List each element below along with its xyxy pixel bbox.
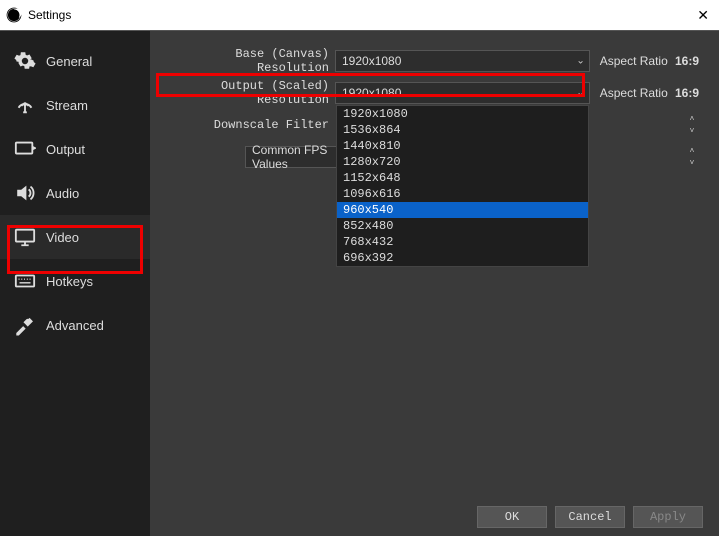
footer: OK Cancel Apply xyxy=(477,506,703,528)
downscale-stepper[interactable]: ˄ ˅ xyxy=(685,115,699,135)
chevron-down-icon[interactable]: ˅ xyxy=(685,127,699,135)
sidebar-item-audio[interactable]: Audio xyxy=(0,171,150,215)
chevron-down-icon: ⌄ xyxy=(576,88,584,99)
resolution-option[interactable]: 768x432 xyxy=(337,234,588,250)
sidebar-item-label: General xyxy=(46,54,92,69)
output-icon xyxy=(14,138,36,160)
broadcast-icon xyxy=(14,94,36,116)
base-aspect-label: Aspect Ratio xyxy=(600,54,668,68)
resolution-option[interactable]: 1280x720 xyxy=(337,154,588,170)
window-title: Settings xyxy=(28,8,71,22)
sidebar-item-label: Advanced xyxy=(46,318,104,333)
sidebar-item-label: Audio xyxy=(46,186,79,201)
ok-button[interactable]: OK xyxy=(477,506,547,528)
base-resolution-value: 1920x1080 xyxy=(342,54,401,68)
sidebar-item-label: Hotkeys xyxy=(46,274,93,289)
resolution-option[interactable]: 1920x1080 xyxy=(337,106,588,122)
sidebar-item-advanced[interactable]: Advanced xyxy=(0,303,150,347)
base-resolution-label: Base (Canvas) Resolution xyxy=(160,47,335,75)
obs-logo-icon xyxy=(6,7,22,23)
content-pane: Base (Canvas) Resolution 1920x1080 ⌄ Asp… xyxy=(150,31,719,536)
chevron-down-icon: ⌄ xyxy=(576,56,584,67)
sidebar: General Stream Output Audio Video xyxy=(0,31,150,536)
cancel-button[interactable]: Cancel xyxy=(555,506,625,528)
sidebar-item-video[interactable]: Video xyxy=(0,215,150,259)
speaker-icon xyxy=(14,182,36,204)
resolution-option[interactable]: 696x392 xyxy=(337,250,588,266)
resolution-option[interactable]: 960x540 xyxy=(337,202,588,218)
sidebar-item-general[interactable]: General xyxy=(0,39,150,83)
downscale-filter-label: Downscale Filter xyxy=(160,118,335,132)
resolution-option[interactable]: 1536x864 xyxy=(337,122,588,138)
chevron-up-icon[interactable]: ˄ xyxy=(685,147,699,155)
sidebar-item-hotkeys[interactable]: Hotkeys xyxy=(0,259,150,303)
output-resolution-menu: 1920x10801536x8641440x8101280x7201152x64… xyxy=(336,105,589,267)
resolution-option[interactable]: 1152x648 xyxy=(337,170,588,186)
base-aspect-value: 16:9 xyxy=(675,54,699,68)
chevron-up-icon[interactable]: ˄ xyxy=(685,115,699,123)
titlebar: Settings ✕ xyxy=(0,0,719,30)
output-aspect-label: Aspect Ratio xyxy=(600,86,668,100)
monitor-icon xyxy=(14,226,36,248)
resolution-option[interactable]: 1096x616 xyxy=(337,186,588,202)
output-resolution-value: 1920x1080 xyxy=(342,86,401,100)
output-resolution-label: Output (Scaled) Resolution xyxy=(160,79,335,107)
resolution-option[interactable]: 852x480 xyxy=(337,218,588,234)
base-resolution-dropdown[interactable]: 1920x1080 ⌄ xyxy=(335,50,590,72)
gear-icon xyxy=(14,50,36,72)
sidebar-item-label: Output xyxy=(46,142,85,157)
close-icon[interactable]: ✕ xyxy=(697,7,709,24)
output-aspect-value: 16:9 xyxy=(675,86,699,100)
output-resolution-dropdown[interactable]: 1920x1080 ⌄ 1920x10801536x8641440x810128… xyxy=(335,82,590,104)
tools-icon xyxy=(14,314,36,336)
sidebar-item-stream[interactable]: Stream xyxy=(0,83,150,127)
sidebar-item-label: Video xyxy=(46,230,79,245)
keyboard-icon xyxy=(14,270,36,292)
sidebar-item-output[interactable]: Output xyxy=(0,127,150,171)
chevron-down-icon[interactable]: ˅ xyxy=(685,159,699,167)
sidebar-item-label: Stream xyxy=(46,98,88,113)
fps-value-stepper[interactable]: ˄ ˅ xyxy=(685,147,699,167)
resolution-option[interactable]: 1440x810 xyxy=(337,138,588,154)
apply-button: Apply xyxy=(633,506,703,528)
